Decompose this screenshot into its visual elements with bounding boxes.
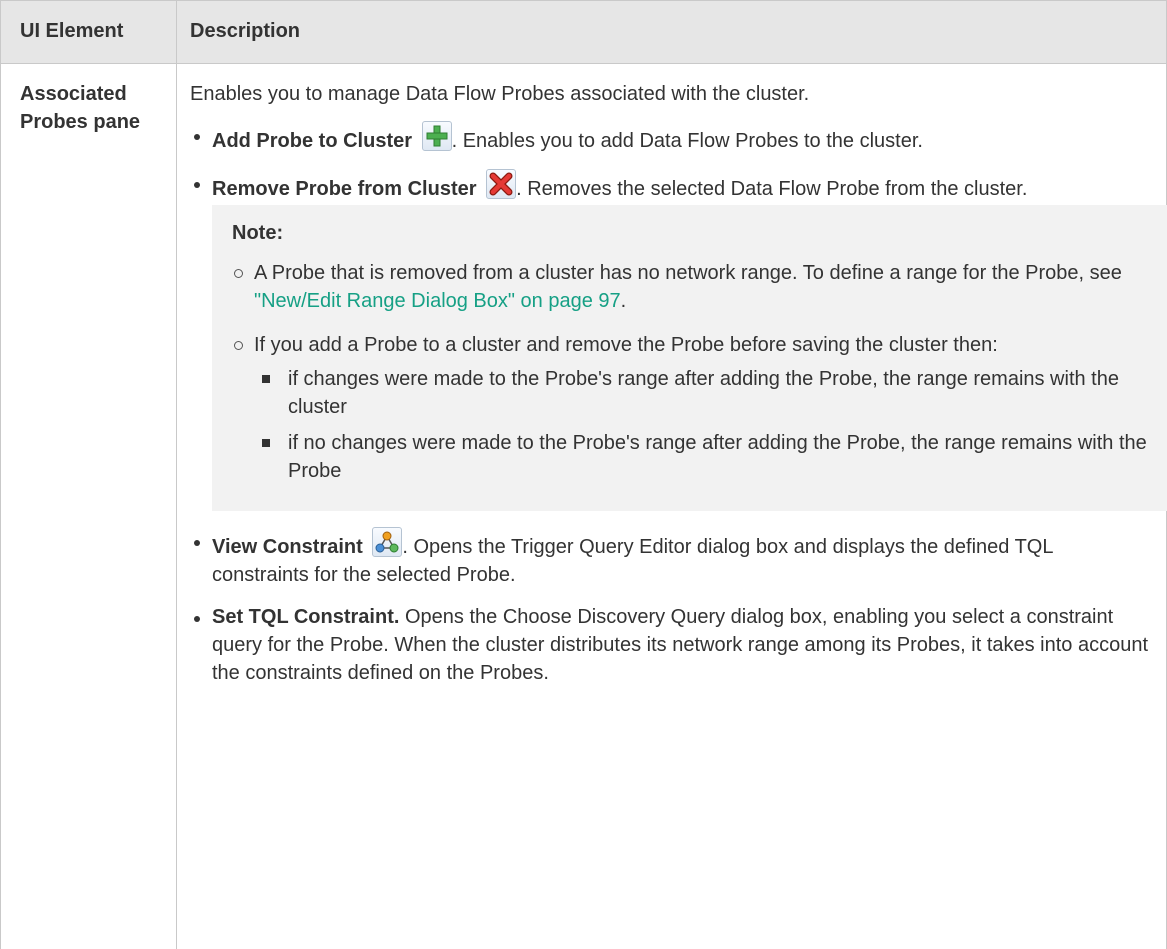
list-item: Remove Probe from Cluster . Removes the …: [190, 169, 1167, 511]
note-sublist: if changes were made to the Probe's rang…: [254, 365, 1167, 485]
element-name-cell: Associated Probes pane: [20, 83, 141, 133]
column-divider: [176, 1, 177, 65]
column-divider: [176, 64, 177, 949]
ui-element-table: UI Element Description Associated Probes…: [0, 0, 1167, 949]
item-label: Remove Probe from Cluster: [212, 178, 477, 200]
note-subitem: if no changes were made to the Probe's r…: [254, 429, 1167, 485]
list-item: Add Probe to Cluster . Enables you to ad…: [190, 121, 1150, 155]
button-list: Add Probe to Cluster . Enables you to ad…: [190, 121, 1167, 687]
note-item: A Probe that is removed from a cluster h…: [232, 259, 1167, 315]
table-header-row: UI Element Description: [0, 0, 1167, 65]
note-box: Note: A Probe that is removed from a clu…: [212, 205, 1167, 511]
header-ui-element: UI Element: [20, 20, 124, 42]
view-constraint-icon: [372, 527, 403, 557]
note-text: If you add a Probe to a cluster and remo…: [254, 334, 998, 356]
item-text: . Enables you to add Data Flow Probes to…: [451, 130, 923, 152]
list-item: View Constraint . Opens the Trigger Quer…: [190, 527, 1150, 589]
description-cell: Enables you to manage Data Flow Probes a…: [190, 80, 1167, 701]
note-title: Note:: [232, 222, 284, 244]
description-intro: Enables you to manage Data Flow Probes a…: [190, 83, 810, 105]
item-text: . Removes the selected Data Flow Probe f…: [516, 178, 1028, 200]
header-description: Description: [190, 20, 301, 42]
item-label: View Constraint: [212, 536, 363, 558]
remove-icon: [486, 169, 517, 199]
item-label: Add Probe to Cluster: [212, 130, 413, 152]
table-left-border: [0, 0, 1, 949]
note-text: A Probe that is removed from a cluster h…: [254, 262, 1122, 284]
note-text-end: .: [620, 290, 627, 312]
note-subitem: if changes were made to the Probe's rang…: [254, 365, 1167, 421]
add-icon: [421, 121, 452, 151]
range-dialog-link[interactable]: "New/Edit Range Dialog Box" on page 97: [254, 290, 621, 312]
note-list: A Probe that is removed from a cluster h…: [232, 259, 1167, 485]
item-label: Set TQL Constraint.: [212, 606, 400, 628]
list-item: Set TQL Constraint. Opens the Choose Dis…: [190, 603, 1150, 687]
note-item: If you add a Probe to a cluster and remo…: [232, 331, 1167, 485]
